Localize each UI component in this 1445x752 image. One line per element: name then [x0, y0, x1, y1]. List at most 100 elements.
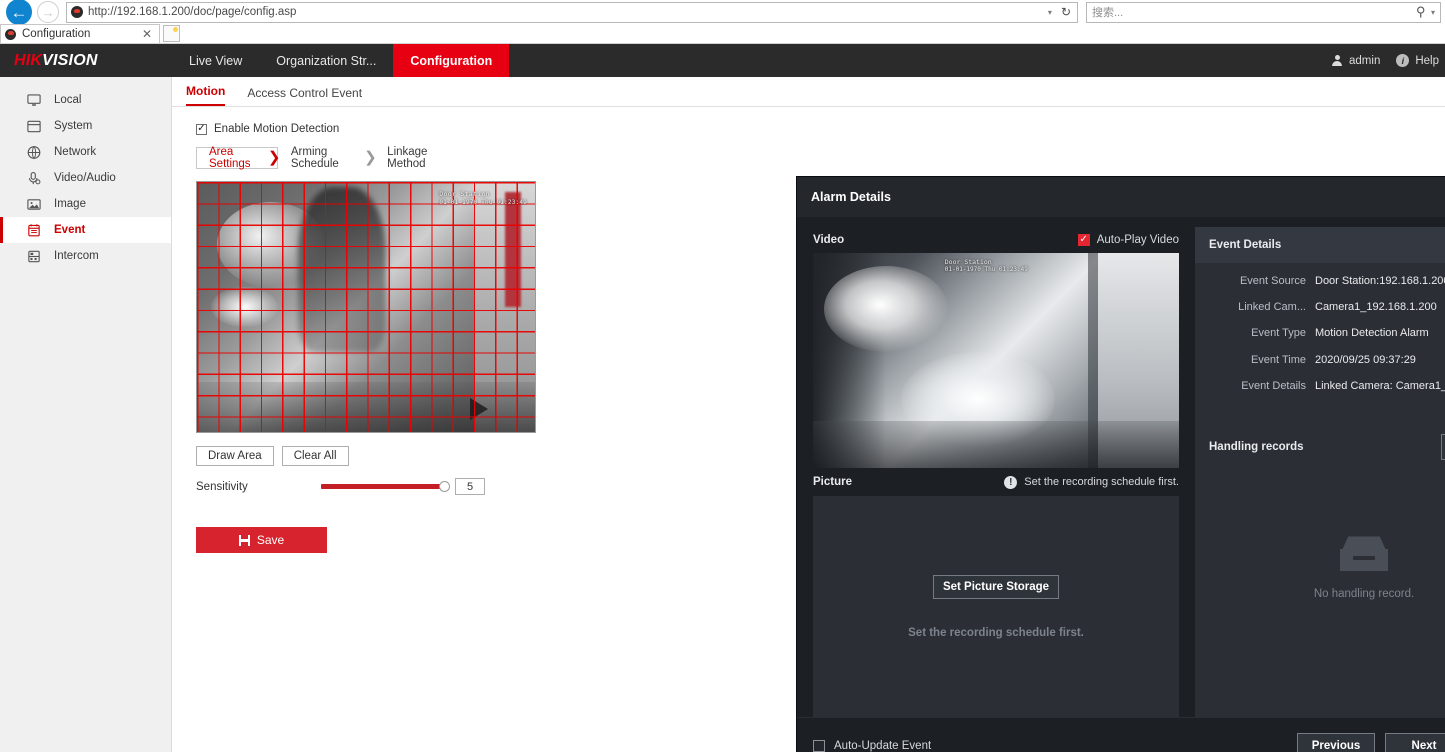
handling-records-label: Handling records: [1209, 440, 1304, 453]
motion-area-video-preview[interactable]: Door Station 01-01-1970 Thu 01:23:49: [196, 181, 536, 433]
sensitivity-value[interactable]: 5: [455, 478, 485, 495]
sidebar-item-image[interactable]: Image: [0, 191, 171, 217]
event-details-panel: Event Details Event Source Door Station:…: [1195, 227, 1445, 717]
sensitivity-label: Sensitivity: [196, 480, 248, 493]
dialog-title: Alarm Details: [811, 190, 891, 204]
reload-icon[interactable]: ↻: [1061, 5, 1071, 19]
chevron-down-icon[interactable]: ▾: [1048, 8, 1052, 17]
search-placeholder: 搜索...: [1092, 7, 1124, 19]
tab-favicon-icon: [5, 28, 16, 40]
hikvision-logo: HIKVISION: [0, 52, 172, 70]
sidebar-item-label: Network: [54, 146, 97, 158]
slider-handle[interactable]: [439, 481, 450, 492]
help-link[interactable]: i Help: [1396, 54, 1439, 67]
nav-item-configuration[interactable]: Configuration: [393, 44, 510, 77]
crumb-arming-schedule[interactable]: Arming Schedule ❯: [278, 146, 377, 170]
auto-update-event-checkbox[interactable]: [813, 739, 825, 752]
osd-timestamp: 01-01-1970 Thu 01:23:49: [944, 266, 1028, 273]
sidebar-item-video-audio[interactable]: Video/Audio: [0, 165, 171, 191]
browser-tab[interactable]: Configuration ✕: [0, 24, 160, 43]
nav-item-organization-structure[interactable]: Organization Str...: [259, 44, 393, 77]
save-label: Save: [256, 533, 285, 547]
sidebar-item-event[interactable]: Event: [0, 217, 171, 243]
event-detail-row: Event Details Linked Camera: Camera1_192…: [1195, 380, 1445, 393]
inbox-tray-icon: [1338, 536, 1390, 572]
logo-hik: HIK: [14, 51, 43, 69]
tab-access-control-event[interactable]: Access Control Event: [247, 86, 362, 106]
save-button[interactable]: Save: [196, 527, 327, 553]
url-input[interactable]: http://192.168.1.200/doc/page/config.asp…: [66, 1, 1078, 23]
auto-play-video-checkbox[interactable]: ✓: [1077, 234, 1090, 246]
tab-motion[interactable]: Motion: [186, 84, 226, 106]
auto-play-video-row[interactable]: ✓ Auto-Play Video: [1077, 234, 1179, 246]
motion-detection-grid-overlay[interactable]: [197, 182, 535, 432]
sensitivity-slider[interactable]: [321, 480, 450, 494]
content-tab-strip: Motion Access Control Event: [172, 77, 1445, 107]
detail-key: Linked Cam...: [1238, 301, 1306, 314]
sidebar-item-label: Event: [54, 224, 86, 236]
picture-label: Picture: [813, 476, 852, 488]
event-details-list: Event Source Door Station:192.168.1.200 …: [1195, 263, 1445, 406]
event-details-title: Event Details: [1195, 227, 1445, 263]
crumb-linkage-method[interactable]: Linkage Method: [374, 146, 466, 170]
detail-value: Door Station:192.168.1.200 Camera1_192.1…: [1315, 275, 1445, 287]
sidebar-item-intercom[interactable]: Intercom: [0, 243, 171, 269]
help-label: Help: [1415, 54, 1439, 67]
sidebar-item-label: Local: [54, 94, 82, 106]
main-content: Motion Access Control Event ✓ Enable Mot…: [172, 77, 1445, 752]
forward-arrow-icon[interactable]: →: [37, 1, 59, 23]
auto-update-event-row[interactable]: Auto-Update Event: [813, 739, 932, 752]
sidebar-item-label: Image: [54, 198, 86, 210]
auto-play-video-label: Auto-Play Video: [1096, 234, 1179, 246]
detail-key: Event Details: [1241, 379, 1306, 392]
detail-value: Linked Camera: Camera1_192.168.1.200: [1315, 379, 1445, 392]
crumb-area-settings[interactable]: Area Settings ❯: [196, 146, 280, 170]
search-icon[interactable]: ⚲: [1416, 4, 1426, 20]
detail-value: 2020/09/25 09:37:29: [1315, 353, 1416, 366]
enable-motion-detection-checkbox[interactable]: ✓: [196, 123, 207, 135]
sidebar-item-local[interactable]: Local: [0, 87, 171, 113]
sidebar-item-label: System: [54, 120, 93, 132]
sidebar-item-network[interactable]: Network: [0, 139, 171, 165]
enable-motion-detection-row[interactable]: ✓ Enable Motion Detection: [196, 123, 1445, 135]
handle-button[interactable]: Handle: [1441, 433, 1445, 460]
microphone-icon: [26, 171, 42, 186]
detail-value: Motion Detection Alarm: [1315, 327, 1429, 340]
next-button[interactable]: Next: [1385, 732, 1445, 752]
video-section-header: Video ✓ Auto-Play Video: [813, 227, 1179, 253]
handling-records-header: Handling records Handle: [1195, 406, 1445, 460]
video-floor: [813, 420, 1179, 468]
event-detail-row: Event Source Door Station:192.168.1.200 …: [1195, 275, 1445, 288]
back-arrow-icon[interactable]: ←: [6, 0, 32, 25]
address-bar: ← → http://192.168.1.200/doc/page/config…: [0, 0, 1445, 25]
logo-vision: VISION: [42, 51, 98, 69]
site-favicon-icon: [71, 6, 83, 18]
clear-all-button[interactable]: Clear All: [281, 446, 349, 466]
warning-text: Set the recording schedule first.: [1024, 476, 1179, 488]
dialog-actions: Previous Next Exit: [1297, 732, 1445, 752]
sidebar-item-label: Video/Audio: [54, 172, 116, 184]
save-icon: [238, 534, 250, 546]
dialog-left-column: Video ✓ Auto-Play Video Door Station 01-…: [813, 227, 1179, 717]
set-picture-storage-button[interactable]: Set Picture Storage: [932, 574, 1060, 599]
sidebar-item-system[interactable]: System: [0, 113, 171, 139]
alarm-video-player[interactable]: Door Station 01-01-1970 Thu 01:23:49: [813, 253, 1179, 468]
new-tab-button[interactable]: [163, 25, 180, 42]
previous-button[interactable]: Previous: [1297, 732, 1375, 752]
search-input[interactable]: 搜索... ⚲ ▾: [1086, 1, 1441, 23]
search-dropdown-icon[interactable]: ▾: [1431, 8, 1435, 17]
user-icon: [1331, 54, 1343, 67]
nav-item-live-view[interactable]: Live View: [172, 44, 259, 77]
auto-update-event-label: Auto-Update Event: [834, 739, 932, 752]
calendar-icon: [26, 223, 42, 238]
no-handling-record-empty-state: No handling record.: [1195, 460, 1445, 717]
app-header: HIKVISION Live View Organization Str... …: [0, 44, 1445, 77]
detail-key: Event Type: [1251, 327, 1306, 340]
dialog-title-bar: Alarm Details ✕: [797, 177, 1445, 217]
dialog-footer: Auto-Update Event Previous Next Exit: [797, 717, 1445, 752]
user-menu[interactable]: admin: [1331, 54, 1380, 67]
alarm-details-dialog: Alarm Details ✕ Video ✓ Auto-Play Video: [797, 177, 1445, 752]
header-right: admin i Help: [1331, 54, 1445, 67]
close-icon[interactable]: ✕: [139, 27, 155, 41]
draw-area-button[interactable]: Draw Area: [196, 446, 274, 466]
